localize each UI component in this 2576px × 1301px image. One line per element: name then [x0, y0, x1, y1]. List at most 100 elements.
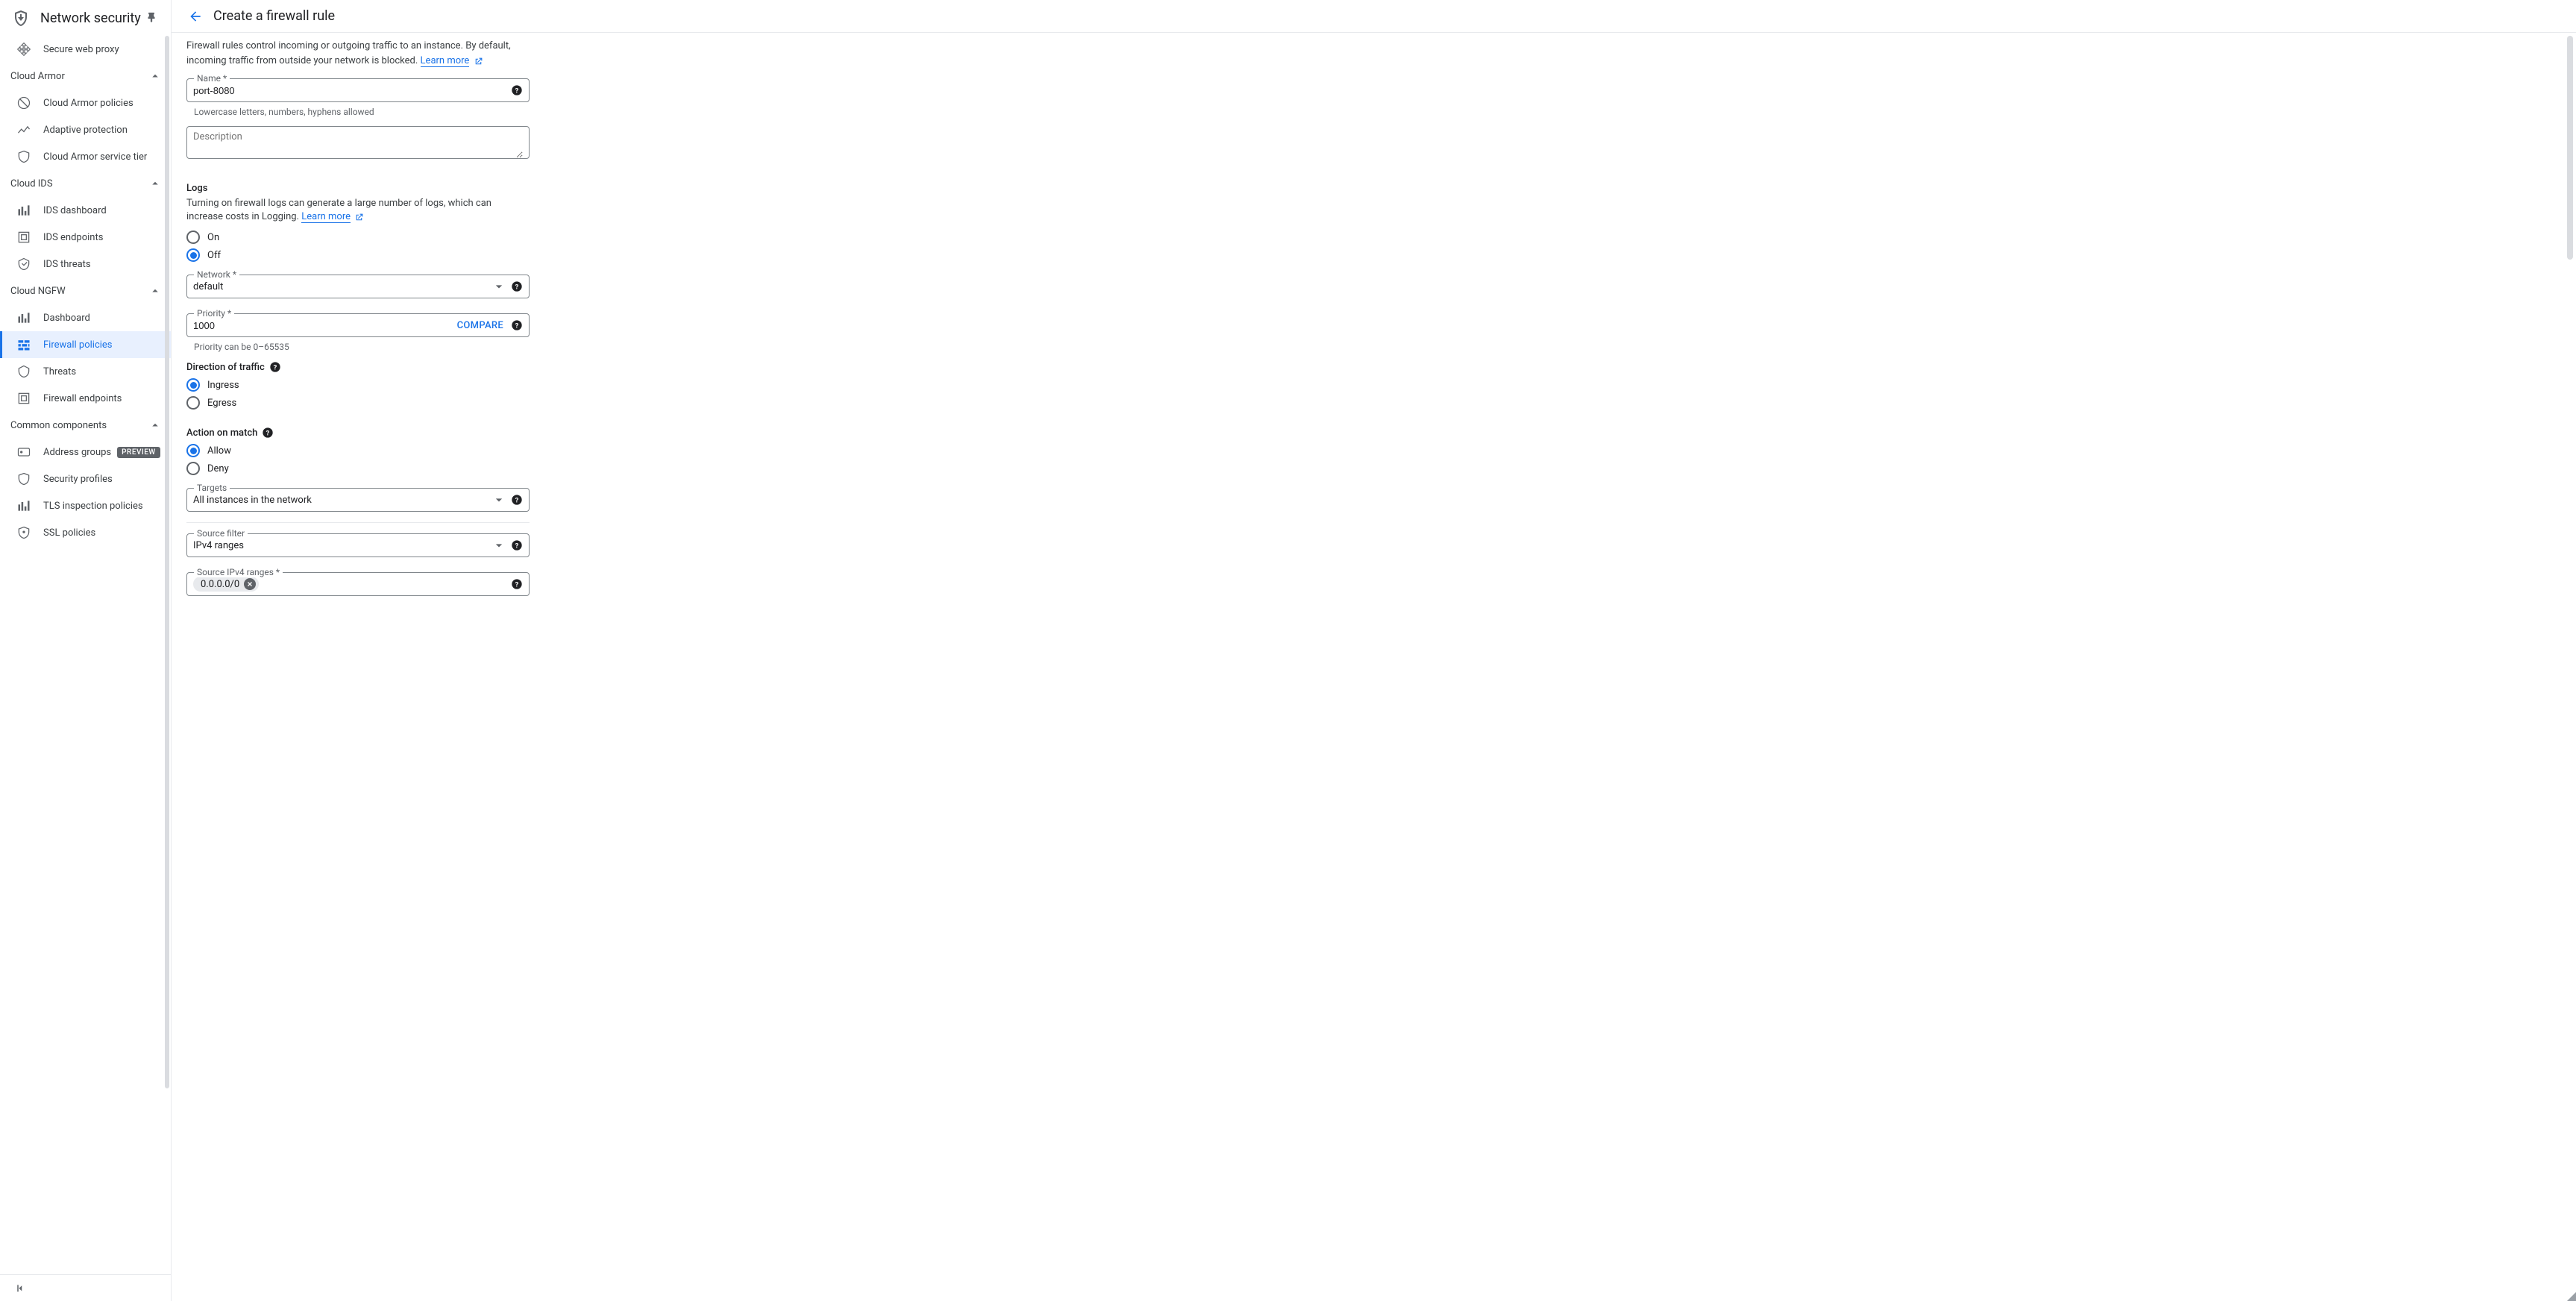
dashboard-icon [16, 203, 31, 218]
radio-label: Ingress [207, 380, 239, 391]
sidebar-item-label: SSL policies [43, 527, 95, 539]
targets-select[interactable]: All instances in the network ? [186, 488, 530, 512]
action-title: Action on match ? [186, 427, 530, 439]
dashboard-icon [16, 310, 31, 325]
sidebar-item-ssl-policies[interactable]: SSL policies [0, 519, 171, 546]
tier-icon [16, 149, 31, 164]
sidebar-group-cloud-ngfw[interactable]: Cloud NGFW [0, 278, 171, 304]
radio-icon [186, 462, 200, 475]
svg-text:?: ? [515, 581, 519, 589]
sidebar-item-secure-web-proxy[interactable]: Secure web proxy [0, 36, 171, 63]
chip-remove-button[interactable] [244, 578, 256, 590]
logs-off-radio[interactable]: Off [186, 246, 530, 264]
resize-corner[interactable] [2567, 1292, 2576, 1301]
help-icon[interactable]: ? [262, 427, 274, 439]
close-icon [246, 580, 254, 588]
separator [186, 522, 530, 523]
sidebar-scrollbar[interactable] [163, 36, 171, 1274]
network-field: Network * default ? [186, 275, 530, 298]
arrow-left-icon [188, 9, 203, 24]
main: Create a firewall rule Firewall rules co… [172, 0, 2576, 1301]
help-icon[interactable]: ? [269, 361, 281, 373]
logs-learn-more-link[interactable]: Learn more [301, 211, 351, 223]
endpoints-icon [16, 391, 31, 406]
description-input[interactable] [193, 127, 523, 158]
sidebar-item-label: Adaptive protection [43, 125, 128, 136]
sidebar: Network security Secure web proxy Cloud … [0, 0, 172, 1301]
help-icon[interactable]: ? [511, 539, 523, 551]
endpoints-icon [16, 230, 31, 245]
sidebar-item-ids-endpoints[interactable]: IDS endpoints [0, 224, 171, 251]
pin-button[interactable] [141, 7, 162, 28]
chevron-up-icon [148, 284, 162, 298]
sidebar-item-tls-policies[interactable]: TLS inspection policies [0, 492, 171, 519]
sidebar-item-ids-dashboard[interactable]: IDS dashboard [0, 197, 171, 224]
sidebar-item-cloud-armor-policies[interactable]: Cloud Armor policies [0, 90, 171, 116]
sidebar-item-adaptive-protection[interactable]: Adaptive protection [0, 116, 171, 143]
group-label: Cloud Armor [10, 71, 148, 82]
logs-title: Logs [186, 183, 530, 194]
sidebar-item-label: Firewall endpoints [43, 393, 122, 404]
direction-title: Direction of traffic ? [186, 361, 530, 373]
compare-button[interactable]: COMPARE [457, 320, 503, 331]
targets-value: All instances in the network [193, 495, 491, 506]
priority-label: Priority * [194, 308, 234, 319]
action-deny-radio[interactable]: Deny [186, 460, 530, 477]
direction-ingress-radio[interactable]: Ingress [186, 376, 530, 394]
svg-text:?: ? [515, 497, 519, 505]
sidebar-item-label: Cloud Armor policies [43, 98, 133, 109]
profiles-icon [16, 471, 31, 486]
external-link-icon [474, 57, 483, 66]
targets-label: Targets [194, 483, 230, 493]
priority-field: Priority * COMPARE ? [186, 313, 530, 337]
help-icon[interactable]: ? [511, 578, 523, 590]
priority-input[interactable] [193, 320, 457, 331]
back-button[interactable] [183, 4, 207, 28]
sidebar-item-ngfw-dashboard[interactable]: Dashboard [0, 304, 171, 331]
tls-icon [16, 498, 31, 513]
sidebar-item-label: Threats [43, 366, 76, 377]
preview-badge: PREVIEW [117, 447, 160, 458]
svg-text:?: ? [515, 542, 519, 551]
sidebar-scroll[interactable]: Secure web proxy Cloud Armor Cloud Armor… [0, 36, 171, 1274]
direction-egress-radio[interactable]: Egress [186, 394, 530, 412]
sidebar-item-firewall-endpoints[interactable]: Firewall endpoints [0, 385, 171, 412]
radio-label: Off [207, 250, 221, 261]
radio-icon [186, 444, 200, 457]
dropdown-icon [491, 538, 506, 553]
sidebar-title: Network security [40, 10, 141, 26]
name-input[interactable] [193, 85, 506, 96]
sidebar-item-address-groups[interactable]: Address groups PREVIEW [0, 439, 171, 465]
radio-label: Allow [207, 445, 231, 457]
learn-more-link[interactable]: Learn more [421, 55, 470, 67]
help-icon[interactable]: ? [511, 84, 523, 96]
help-icon[interactable]: ? [511, 319, 523, 331]
address-icon [16, 445, 31, 460]
group-label: Cloud NGFW [10, 286, 148, 297]
sidebar-item-security-profiles[interactable]: Security profiles [0, 465, 171, 492]
name-field: Name * ? [186, 78, 530, 102]
sidebar-item-service-tier[interactable]: Cloud Armor service tier [0, 143, 171, 170]
source-filter-field: Source filter IPv4 ranges ? [186, 533, 530, 557]
sidebar-item-ids-threats[interactable]: IDS threats [0, 251, 171, 278]
sidebar-collapse-button[interactable] [0, 1274, 171, 1301]
sidebar-group-cloud-ids[interactable]: Cloud IDS [0, 170, 171, 197]
sidebar-item-label: Security profiles [43, 474, 113, 485]
sidebar-group-cloud-armor[interactable]: Cloud Armor [0, 63, 171, 90]
sidebar-item-label: IDS dashboard [43, 205, 107, 216]
name-hint: Lowercase letters, numbers, hyphens allo… [194, 107, 530, 117]
main-scroll[interactable]: Firewall rules control incoming or outgo… [172, 33, 2576, 1301]
sidebar-item-firewall-policies[interactable]: Firewall policies [0, 331, 171, 358]
action-allow-radio[interactable]: Allow [186, 442, 530, 460]
name-label: Name * [194, 73, 230, 84]
logs-on-radio[interactable]: On [186, 228, 530, 246]
svg-text:?: ? [515, 87, 519, 95]
external-link-icon [354, 213, 364, 222]
sidebar-group-common[interactable]: Common components [0, 412, 171, 439]
main-scrollbar[interactable] [2567, 36, 2575, 1298]
ip-range-chip: 0.0.0.0/0 [193, 577, 259, 592]
adaptive-icon [16, 122, 31, 137]
help-icon[interactable]: ? [511, 280, 523, 292]
help-icon[interactable]: ? [511, 494, 523, 506]
sidebar-item-ngfw-threats[interactable]: Threats [0, 358, 171, 385]
